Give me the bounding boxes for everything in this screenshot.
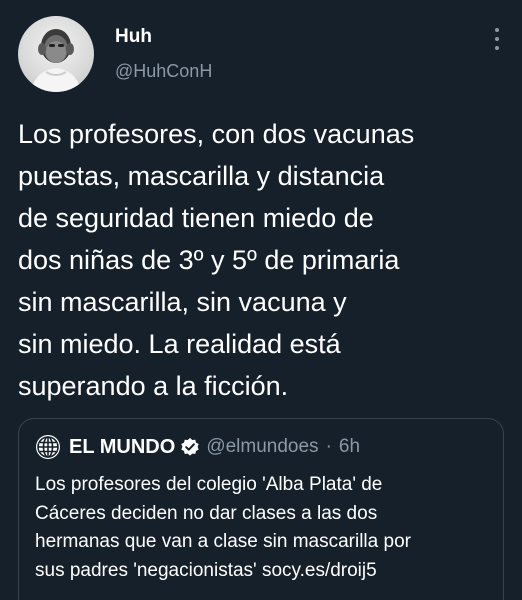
tweet-text-line: de seguridad tienen miedo de (18, 203, 374, 233)
quoted-display-name[interactable]: EL MUNDO (69, 436, 175, 459)
author-display-name[interactable]: Huh (115, 26, 152, 48)
tweet-text: Los profesores, con dos vacunas puestas,… (18, 113, 508, 407)
quoted-tweet-header: EL MUNDO @elmundoes · 6h (35, 433, 360, 461)
quoted-text-line: sus padres 'negacionistas' socy.es/droij… (35, 559, 377, 581)
author-handle[interactable]: @HuhConH (115, 61, 212, 82)
quoted-text-line: Los profesores del colegio 'Alba Plata' … (35, 474, 383, 495)
quoted-handle[interactable]: @elmundoes (206, 436, 318, 458)
more-options-button[interactable] (490, 28, 504, 50)
quoted-tweet[interactable]: EL MUNDO @elmundoes · 6h Los profesores … (18, 418, 504, 600)
tweet-text-line: superando a la ficción. (18, 371, 289, 401)
ellipsis-dot (495, 46, 499, 50)
tweet-text-line: dos niñas de 3º y 5º de primaria (18, 245, 400, 275)
tweet-text-line: sin miedo. La realidad está (18, 329, 341, 359)
quoted-timestamp[interactable]: 6h (339, 436, 360, 458)
author-avatar[interactable] (18, 16, 94, 92)
quoted-text-line: Cáceres deciden no dar clases a las dos (35, 502, 378, 524)
globe-icon[interactable] (35, 434, 61, 460)
tweet-card: Huh @HuhConH Los profesores, con dos vac… (0, 0, 522, 600)
tweet-text-line: Los profesores, con dos vacunas (18, 119, 415, 149)
quoted-tweet-text: Los profesores del colegio 'Alba Plata' … (35, 471, 495, 585)
ellipsis-vertical-icon (495, 28, 499, 32)
quoted-text-line: hermanas que van a clase sin mascarilla … (35, 531, 411, 552)
ellipsis-dot (495, 37, 499, 41)
tweet-text-line: sin mascarilla, sin vacuna y (18, 287, 347, 317)
profile-photo-avatar-icon (30, 29, 82, 92)
tweet-text-line: puestas, mascarilla y distancia (18, 161, 385, 191)
verified-badge-icon (181, 438, 200, 456)
header-separator: · (325, 436, 332, 457)
